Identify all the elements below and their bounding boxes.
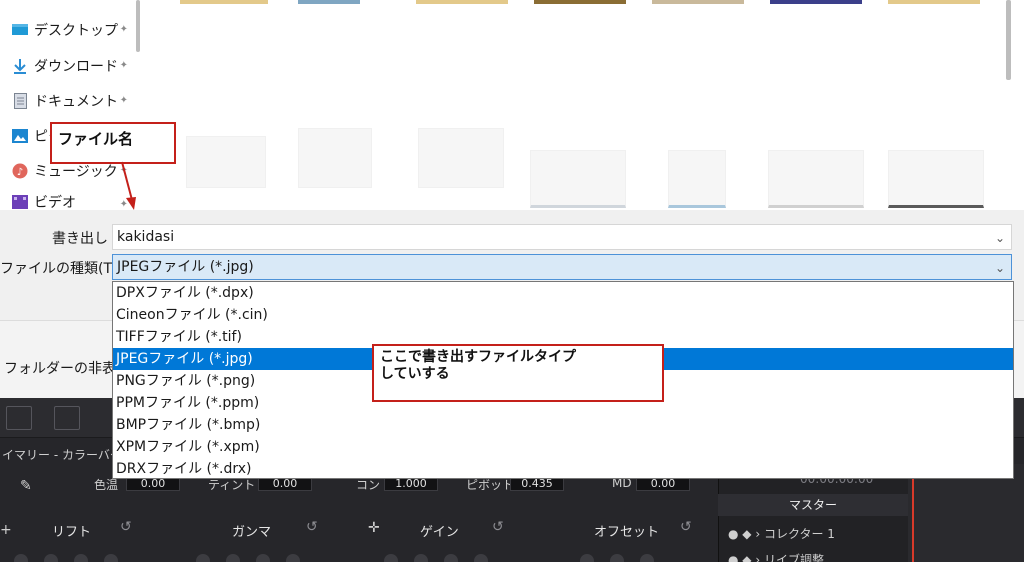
filetype-select[interactable]: JPEGファイル (*.jpg) ⌄ xyxy=(112,254,1012,280)
filetype-option-bmp[interactable]: BMPファイル (*.bmp) xyxy=(113,414,1013,436)
nodes-header: マスター xyxy=(718,494,908,516)
3d-cube-icon[interactable] xyxy=(6,406,32,430)
node-item[interactable]: ● ◆ › コレクター 1 xyxy=(728,525,835,542)
filename-value: kakidasi xyxy=(117,229,175,245)
thumbnail[interactable] xyxy=(298,0,360,4)
thumbnail[interactable] xyxy=(416,0,508,4)
filename-field[interactable]: kakidasi ⌄ xyxy=(112,224,1012,250)
thumbnail[interactable] xyxy=(418,128,504,188)
panel-title: イマリー - カラーバー xyxy=(2,448,122,462)
sidebar-item-desktop[interactable]: デスクトップ ✦ xyxy=(12,18,134,42)
pictures-icon xyxy=(12,128,28,144)
pin-icon[interactable]: ✦ xyxy=(120,60,128,71)
thumbnail[interactable] xyxy=(768,150,864,208)
wheel-control[interactable] xyxy=(414,554,428,562)
crosshair-icon[interactable]: ✛ xyxy=(368,520,380,536)
chevron-down-icon[interactable]: ⌄ xyxy=(995,256,1005,280)
wheel-control[interactable] xyxy=(384,554,398,562)
wheel-control[interactable] xyxy=(640,554,654,562)
filetype-option-drx[interactable]: DRXファイル (*.drx) xyxy=(113,458,1013,480)
sidebar-item-documents[interactable]: ドキュメント ✦ xyxy=(12,89,134,113)
eyedropper-icon[interactable]: ✎ xyxy=(20,478,32,494)
filetype-value: JPEGファイル (*.jpg) xyxy=(117,259,254,275)
thumbnail[interactable] xyxy=(888,0,980,4)
wheel-label-lift: リフト xyxy=(52,525,92,540)
thumbnail[interactable] xyxy=(770,0,862,4)
wheel-control[interactable] xyxy=(196,554,210,562)
music-icon: ♪ xyxy=(12,163,28,179)
sidebar-item-label: ミュージック xyxy=(34,164,118,180)
annotation-filename: ファイル名 xyxy=(50,122,176,164)
sidebar-scrollbar[interactable] xyxy=(136,0,140,52)
annotation-text: ここで書き出すファイルタイプ xyxy=(380,349,576,365)
wheel-control[interactable] xyxy=(444,554,458,562)
sidebar-item-downloads[interactable]: ダウンロード ✦ xyxy=(12,54,134,78)
annotation-filetype: ここで書き出すファイルタイプ していする xyxy=(372,344,664,402)
sidebar-item-label: ドキュメント xyxy=(34,94,118,110)
wheel-label-gamma: ガンマ xyxy=(232,525,272,540)
sidebar-item-label: ビデオ xyxy=(34,195,76,211)
document-icon xyxy=(12,93,28,109)
wheel-control[interactable] xyxy=(74,554,88,562)
wheel-control[interactable] xyxy=(226,554,240,562)
reset-icon[interactable]: ↺ xyxy=(492,519,504,535)
thumbnail[interactable] xyxy=(534,0,626,4)
desktop-icon xyxy=(12,22,28,38)
crosshair-icon[interactable]: + xyxy=(0,522,12,538)
thumbnail[interactable] xyxy=(298,128,372,188)
filetype-option-dpx[interactable]: DPXファイル (*.dpx) xyxy=(113,282,1013,304)
thumbnail[interactable] xyxy=(186,136,266,188)
wheel-control[interactable] xyxy=(14,554,28,562)
annotation-arrow xyxy=(121,161,136,210)
wheel-control[interactable] xyxy=(256,554,270,562)
filetype-label: ファイルの種類(T): xyxy=(0,261,123,277)
annotation-text: していする xyxy=(380,366,450,382)
filetype-option-xpm[interactable]: XPMファイル (*.xpm) xyxy=(113,436,1013,458)
filetype-option-cin[interactable]: Cineonファイル (*.cin) xyxy=(113,304,1013,326)
thumbnail[interactable] xyxy=(888,150,984,208)
grid-icon[interactable] xyxy=(54,406,80,430)
reset-icon[interactable]: ↺ xyxy=(680,519,692,535)
chevron-down-icon[interactable]: ⌄ xyxy=(995,226,1005,250)
sidebar-item-label: デスクトップ xyxy=(34,23,118,39)
pin-icon[interactable]: ✦ xyxy=(120,24,128,35)
annotation-text: ファイル名 xyxy=(58,130,134,148)
pin-icon[interactable]: ✦ xyxy=(120,95,128,106)
thumbnail[interactable] xyxy=(652,0,744,4)
wheel-control[interactable] xyxy=(474,554,488,562)
node-item[interactable]: ● ◆ › リイブ調整 xyxy=(728,551,824,562)
thumbnail[interactable] xyxy=(530,150,626,208)
file-grid-scrollbar[interactable] xyxy=(1006,0,1011,80)
node-item-label: コレクター 1 xyxy=(763,527,835,541)
wheel-control[interactable] xyxy=(610,554,624,562)
file-explorer: デスクトップ ✦ ダウンロード ✦ ドキュメント ✦ ピクチャ ✦ xyxy=(0,0,1024,212)
reset-icon[interactable]: ↺ xyxy=(306,519,318,535)
node-item-label: リイブ調整 xyxy=(763,553,824,562)
download-icon xyxy=(12,58,28,74)
wheel-control[interactable] xyxy=(580,554,594,562)
thumbnail[interactable] xyxy=(668,150,726,208)
video-icon xyxy=(12,194,28,210)
wheel-label-gain: ゲイン xyxy=(420,525,459,540)
reset-icon[interactable]: ↺ xyxy=(120,519,132,535)
wheel-control[interactable] xyxy=(104,554,118,562)
sidebar-item-label: ダウンロード xyxy=(34,59,118,75)
wheel-label-offset: オフセット xyxy=(594,525,660,540)
wheel-control[interactable] xyxy=(44,554,58,562)
svg-text:♪: ♪ xyxy=(17,167,23,178)
thumbnail[interactable] xyxy=(180,0,268,4)
wheel-control[interactable] xyxy=(286,554,300,562)
filename-label: 書き出し xyxy=(52,231,108,247)
